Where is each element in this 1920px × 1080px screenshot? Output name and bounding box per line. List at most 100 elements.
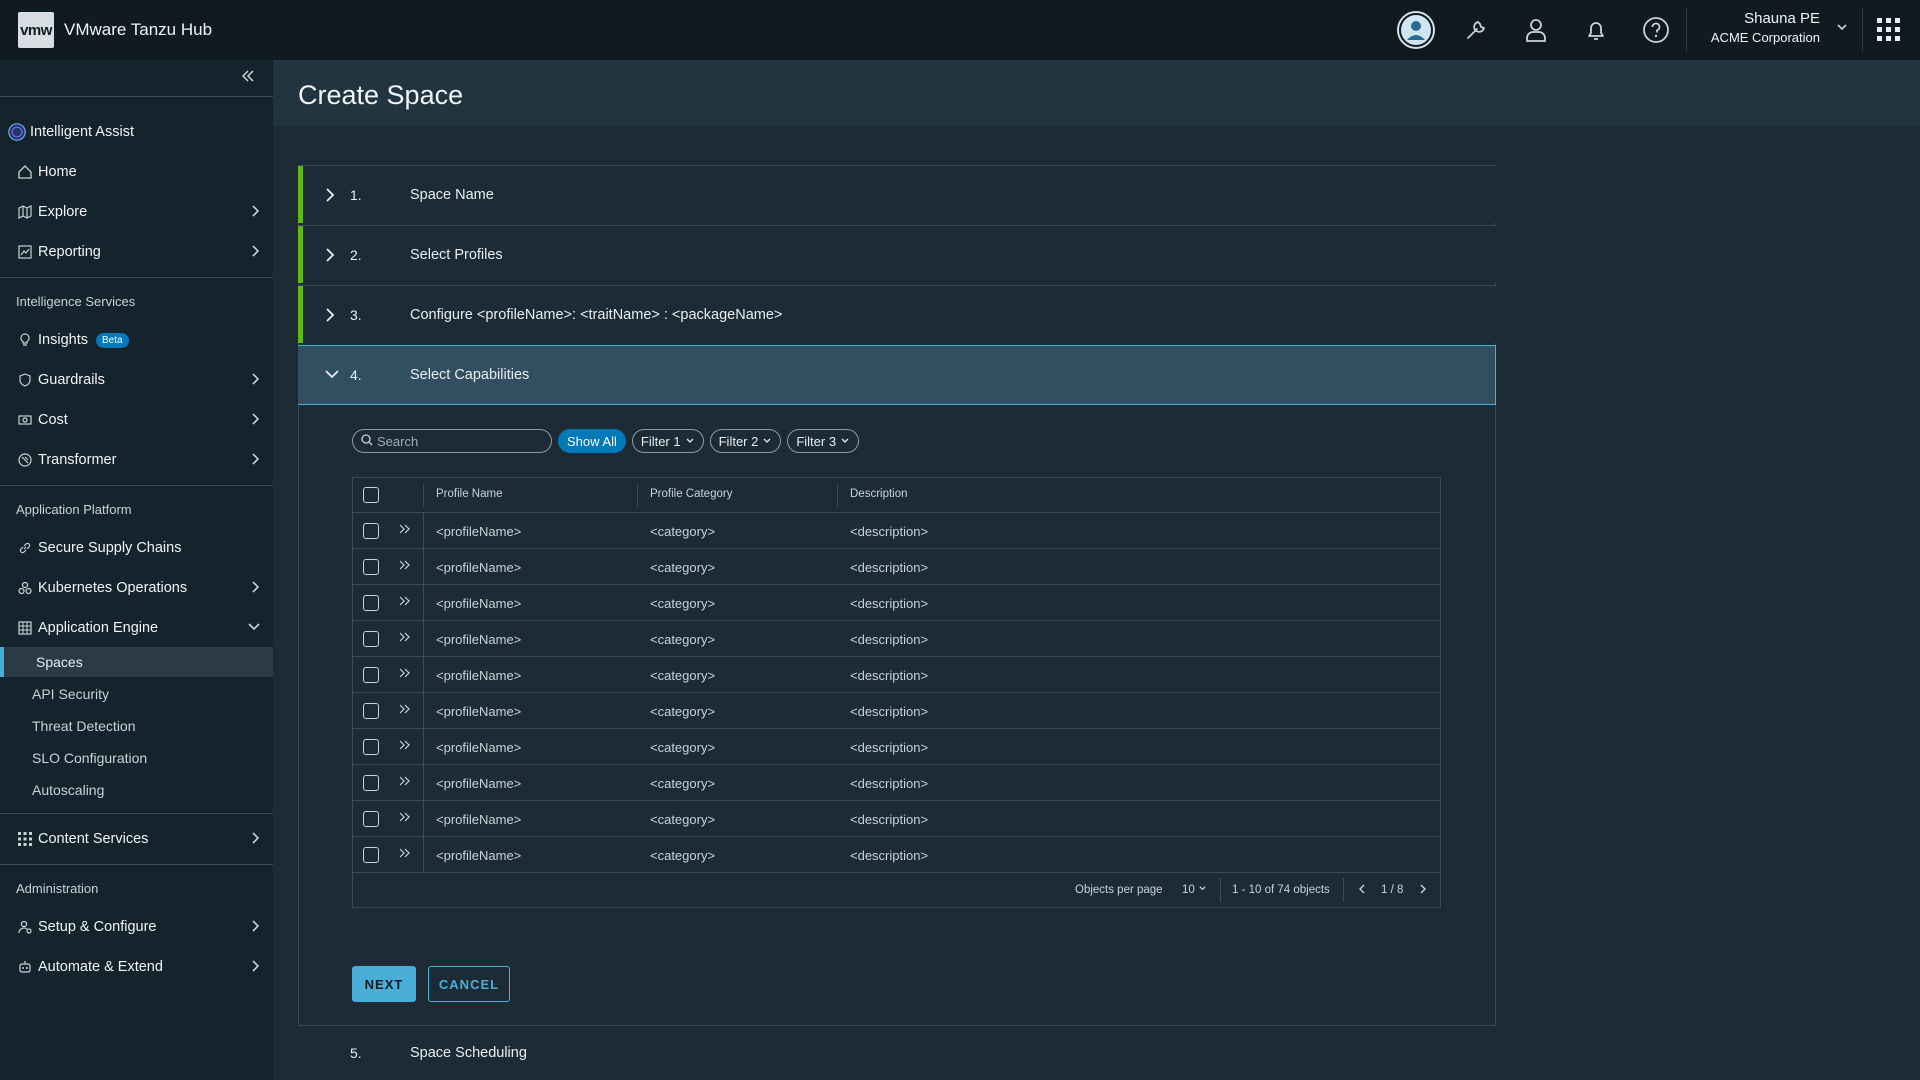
row-checkbox[interactable] [363, 667, 379, 683]
chevron-down-icon [247, 620, 261, 638]
row-checkbox[interactable] [363, 559, 379, 575]
cell-description: <description> [850, 704, 929, 719]
sidebar-item-content-services[interactable]: Content Services [0, 821, 273, 857]
table-row[interactable]: <profileName> <category> <description> [353, 837, 1440, 873]
expand-row-icon[interactable] [398, 846, 412, 863]
cell-profile-name: <profileName> [436, 596, 522, 611]
table-row[interactable]: <profileName> <category> <description> [353, 585, 1440, 621]
sidebar-subitem-api-security[interactable]: API Security [0, 679, 273, 709]
column-header-profile-name[interactable]: Profile Name [436, 488, 502, 500]
sidebar-item-label: Intelligent Assist [30, 124, 134, 140]
app-title[interactable]: VMware Tanzu Hub [64, 20, 212, 40]
money-icon [16, 411, 34, 429]
sidebar-item-automate-extend[interactable]: Automate & Extend [0, 949, 273, 985]
step-configure[interactable]: 3. Configure <profileName>: <traitName> … [298, 285, 1496, 343]
prev-page-icon[interactable] [1357, 883, 1367, 898]
sidebar-item-insights[interactable]: Insights Beta [0, 322, 273, 358]
sidebar-item-application-engine[interactable]: Application Engine [0, 610, 273, 646]
sidebar-item-label: Transformer [38, 452, 117, 468]
expand-row-icon[interactable] [398, 810, 412, 827]
user-icon[interactable] [1516, 10, 1556, 50]
sidebar-item-label: Kubernetes Operations [38, 580, 188, 596]
step-select-profiles[interactable]: 2. Select Profiles [298, 225, 1496, 283]
expand-row-icon[interactable] [398, 702, 412, 719]
bell-icon[interactable] [1576, 10, 1616, 50]
search-box[interactable] [352, 429, 552, 453]
expand-row-icon[interactable] [398, 738, 412, 755]
app-grid-icon[interactable] [1877, 18, 1901, 47]
step-select-capabilities[interactable]: 4. Select Capabilities [298, 345, 1496, 405]
sidebar-item-transformer[interactable]: Transformer [0, 442, 273, 478]
expand-row-icon[interactable] [398, 666, 412, 683]
collapse-sidebar-icon[interactable] [240, 68, 256, 89]
sidebar-subitem-slo-configuration[interactable]: SLO Configuration [0, 743, 273, 773]
column-divider [423, 549, 424, 585]
table-row[interactable]: <profileName> <category> <description> [353, 801, 1440, 837]
table-row[interactable]: <profileName> <category> <description> [353, 693, 1440, 729]
step-number: 3. [350, 306, 362, 323]
table-row[interactable]: <profileName> <category> <description> [353, 657, 1440, 693]
sidebar-subitem-threat-detection[interactable]: Threat Detection [0, 711, 273, 741]
sidebar-item-cost[interactable]: Cost [0, 402, 273, 438]
sidebar-item-intelligent-assist[interactable]: Intelligent Assist [0, 114, 273, 150]
next-page-icon[interactable] [1418, 883, 1428, 898]
search-input[interactable] [377, 433, 537, 449]
table-row[interactable]: <profileName> <category> <description> [353, 513, 1440, 549]
cell-profile-name: <profileName> [436, 776, 522, 791]
filter-1-dropdown[interactable]: Filter 1 [631, 429, 704, 453]
filter-2-dropdown[interactable]: Filter 2 [709, 429, 782, 453]
per-page-select[interactable]: 10 [1182, 884, 1207, 896]
sidebar-item-secure-supply-chains[interactable]: Secure Supply Chains [0, 530, 273, 566]
page-title: Create Space [298, 80, 464, 110]
expand-row-icon[interactable] [398, 558, 412, 575]
row-checkbox[interactable] [363, 775, 379, 791]
show-all-label: Show All [567, 433, 617, 449]
table-row[interactable]: <profileName> <category> <description> [353, 729, 1440, 765]
row-checkbox[interactable] [363, 703, 379, 719]
row-checkbox[interactable] [363, 847, 379, 863]
sidebar-item-setup-configure[interactable]: Setup & Configure [0, 909, 273, 945]
vmware-logo[interactable]: vmw [18, 12, 54, 48]
row-checkbox[interactable] [363, 739, 379, 755]
expand-row-icon[interactable] [398, 774, 412, 791]
sidebar-item-guardrails[interactable]: Guardrails [0, 362, 273, 398]
show-all-button[interactable]: Show All [558, 429, 626, 453]
user-menu[interactable]: Shauna PE ACME Corporation [1688, 10, 1820, 45]
intelligent-assist-avatar-icon[interactable] [1396, 10, 1436, 50]
next-button[interactable]: NEXT [352, 966, 416, 1002]
table-row[interactable]: <profileName> <category> <description> [353, 621, 1440, 657]
row-checkbox[interactable] [363, 631, 379, 647]
sidebar-item-home[interactable]: Home [0, 154, 273, 190]
row-checkbox[interactable] [363, 811, 379, 827]
sidebar-subitem-autoscaling[interactable]: Autoscaling [0, 775, 273, 805]
home-icon [16, 163, 34, 181]
chevron-down-icon[interactable] [1835, 20, 1849, 39]
step-space-name[interactable]: 1. Space Name [298, 165, 1496, 223]
dots-grid-icon [16, 830, 34, 848]
sidebar-item-explore[interactable]: Explore [0, 194, 273, 230]
expand-row-icon[interactable] [398, 522, 412, 539]
column-header-profile-category[interactable]: Profile Category [650, 488, 732, 500]
table-row[interactable]: <profileName> <category> <description> [353, 765, 1440, 801]
section-intelligence-services: Intelligence Services [16, 294, 136, 309]
expand-row-icon[interactable] [398, 630, 412, 647]
table-row[interactable]: <profileName> <category> <description> [353, 549, 1440, 585]
step-space-scheduling[interactable]: 5. Space Scheduling [298, 1025, 1496, 1080]
wrench-icon[interactable] [1456, 10, 1496, 50]
expand-row-icon[interactable] [398, 594, 412, 611]
step-label: Select Profiles [410, 246, 503, 263]
step-complete-indicator [298, 286, 303, 343]
sidebar-subitem-spaces[interactable]: Spaces [0, 647, 273, 677]
filter-3-dropdown[interactable]: Filter 3 [787, 429, 860, 453]
sidebar-item-kubernetes-operations[interactable]: Kubernetes Operations [0, 570, 273, 606]
row-checkbox[interactable] [363, 595, 379, 611]
column-header-description[interactable]: Description [850, 488, 908, 500]
chevron-down-icon [324, 368, 340, 387]
help-icon[interactable] [1636, 10, 1676, 50]
chevron-right-icon [324, 247, 336, 268]
transformer-icon [16, 451, 34, 469]
row-checkbox[interactable] [363, 523, 379, 539]
cancel-button[interactable]: CANCEL [428, 966, 510, 1002]
select-all-checkbox[interactable] [363, 487, 379, 503]
sidebar-item-reporting[interactable]: Reporting [0, 234, 273, 270]
